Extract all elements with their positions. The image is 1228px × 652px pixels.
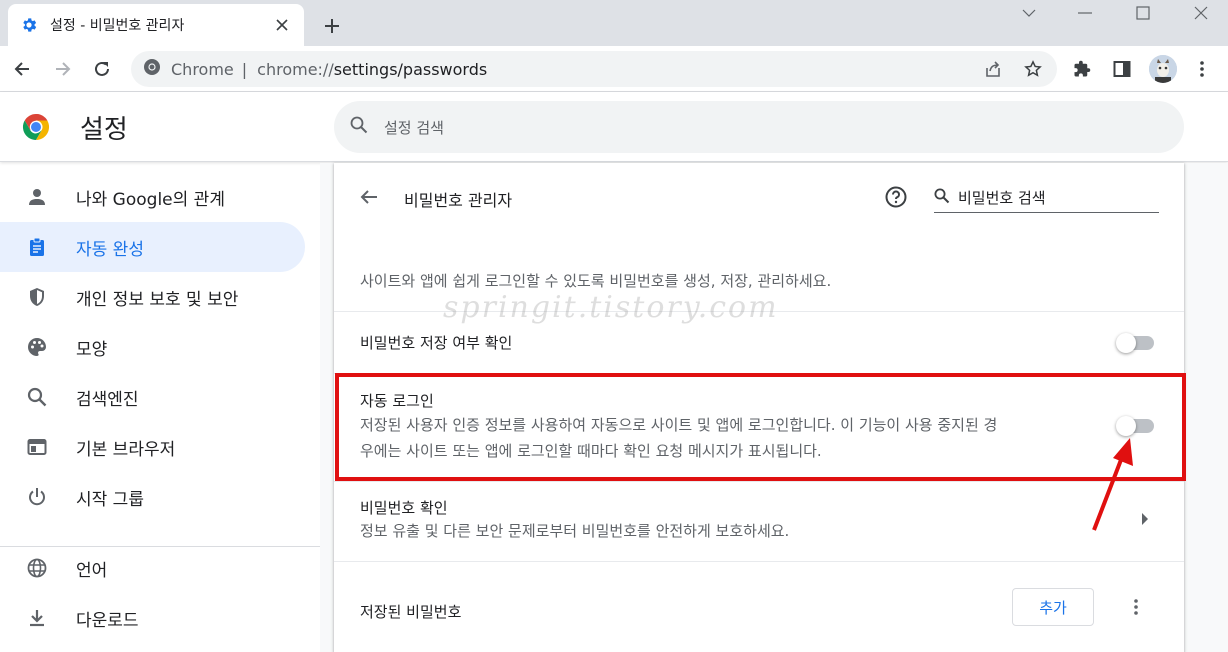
shield-icon — [26, 286, 48, 308]
profile-avatar[interactable] — [1149, 55, 1177, 83]
sidebar-item-search-engine[interactable]: 검색엔진 — [0, 372, 305, 422]
reload-icon[interactable] — [87, 54, 117, 84]
toggle-knob — [1116, 333, 1136, 353]
highlight-box — [335, 373, 1186, 481]
chevron-down-icon[interactable] — [1006, 0, 1052, 26]
address-bar[interactable]: Chrome | chrome://settings/passwords — [131, 51, 1057, 87]
side-panel-icon[interactable] — [1107, 54, 1137, 84]
search-icon — [350, 116, 368, 138]
person-icon — [26, 186, 48, 208]
sidebar-item-label: 언어 — [76, 560, 108, 581]
sidebar-item-on-startup[interactable]: 시작 그룹 — [0, 472, 305, 522]
tab-title: 설정 - 비밀번호 관리자 — [50, 18, 185, 34]
download-icon — [26, 607, 48, 629]
settings-search-input[interactable]: 설정 검색 — [334, 101, 1184, 153]
row-divider — [334, 561, 1184, 562]
minimize-icon[interactable] — [1062, 0, 1108, 26]
sidebar-item-you-and-google[interactable]: 나와 Google의 관계 — [0, 172, 305, 222]
power-icon — [26, 486, 48, 508]
bookmark-star-icon[interactable] — [1018, 54, 1048, 84]
settings-gear-icon — [20, 16, 38, 34]
site-chip-label: Chrome — [171, 59, 234, 79]
add-password-button[interactable]: 추가 — [1012, 588, 1094, 626]
url-text: chrome://settings/passwords — [257, 59, 488, 79]
browser-icon — [26, 436, 48, 458]
settings-sidebar: 나와 Google의 관계 자동 완성 개인 정보 보호 및 보안 모양 검색엔… — [0, 163, 320, 652]
sidebar-item-label: 다운로드 — [76, 610, 139, 631]
sidebar-item-label: 나와 Google의 관계 — [76, 189, 225, 210]
chrome-logo-icon — [22, 113, 50, 141]
check-passwords-sub: 정보 유출 및 다른 보안 문제로부터 비밀번호를 안전하게 보호하세요. — [360, 522, 790, 540]
page-title: 비밀번호 관리자 — [404, 191, 513, 210]
palette-icon — [26, 336, 48, 358]
active-tab[interactable]: 설정 - 비밀번호 관리자 — [8, 4, 304, 46]
back-arrow-icon[interactable] — [358, 186, 382, 210]
sidebar-item-languages[interactable]: 언어 — [0, 543, 305, 593]
browser-toolbar: Chrome | chrome://settings/passwords — [0, 46, 1228, 92]
offer-save-toggle[interactable] — [1116, 333, 1154, 353]
sidebar-item-appearance[interactable]: 모양 — [0, 322, 305, 372]
annotation-arrow — [1092, 438, 1133, 531]
back-arrow-icon[interactable] — [7, 54, 37, 84]
clipboard-icon — [26, 236, 48, 258]
settings-header: 설정 설정 검색 — [0, 92, 1228, 162]
sidebar-item-downloads[interactable]: 다운로드 — [0, 593, 305, 643]
tab-strip: 설정 - 비밀번호 관리자 — [0, 0, 1228, 46]
offer-save-label: 비밀번호 저장 여부 확인 — [360, 334, 513, 352]
chevron-right-icon[interactable] — [1141, 513, 1153, 527]
sidebar-item-privacy-security[interactable]: 개인 정보 보호 및 보안 — [0, 272, 305, 322]
maximize-icon[interactable] — [1120, 0, 1166, 26]
saved-passwords-label: 저장된 비밀번호 — [360, 603, 462, 621]
password-search-placeholder: 비밀번호 검색 — [958, 189, 1046, 207]
more-actions-icon[interactable] — [1124, 595, 1148, 619]
chrome-site-icon — [143, 58, 161, 80]
window-close-icon[interactable] — [1178, 0, 1224, 26]
sidebar-item-label: 검색엔진 — [76, 389, 139, 410]
row-divider — [334, 481, 1184, 482]
search-icon — [934, 188, 950, 208]
forward-arrow-icon[interactable] — [48, 54, 78, 84]
extensions-puzzle-icon[interactable] — [1067, 54, 1097, 84]
sidebar-item-label: 개인 정보 보호 및 보안 — [76, 289, 239, 310]
sidebar-item-default-browser[interactable]: 기본 브라우저 — [0, 422, 305, 472]
search-icon — [26, 386, 48, 408]
share-icon[interactable] — [978, 54, 1008, 84]
omnibox-separator: | — [241, 59, 248, 79]
sidebar-item-autofill[interactable]: 자동 완성 — [0, 222, 305, 272]
tab-close-icon[interactable] — [272, 15, 292, 35]
more-menu-icon[interactable] — [1187, 54, 1217, 84]
settings-search-placeholder: 설정 검색 — [384, 118, 444, 137]
sidebar-item-label: 자동 완성 — [76, 239, 144, 260]
password-search-input[interactable]: 비밀번호 검색 — [934, 183, 1159, 213]
globe-icon — [26, 557, 48, 579]
sidebar-item-label: 모양 — [76, 339, 108, 360]
settings-title: 설정 — [80, 115, 128, 145]
check-passwords-label[interactable]: 비밀번호 확인 — [360, 497, 448, 518]
watermark: springit.tistory.com — [443, 290, 779, 325]
sidebar-item-label: 기본 브라우저 — [76, 439, 176, 460]
new-tab-plus-icon[interactable] — [318, 12, 346, 40]
help-icon[interactable] — [885, 186, 909, 210]
sidebar-item-label: 시작 그룹 — [76, 489, 144, 510]
page-description: 사이트와 앱에 쉽게 로그인할 수 있도록 비밀번호를 생성, 저장, 관리하세… — [360, 272, 832, 290]
